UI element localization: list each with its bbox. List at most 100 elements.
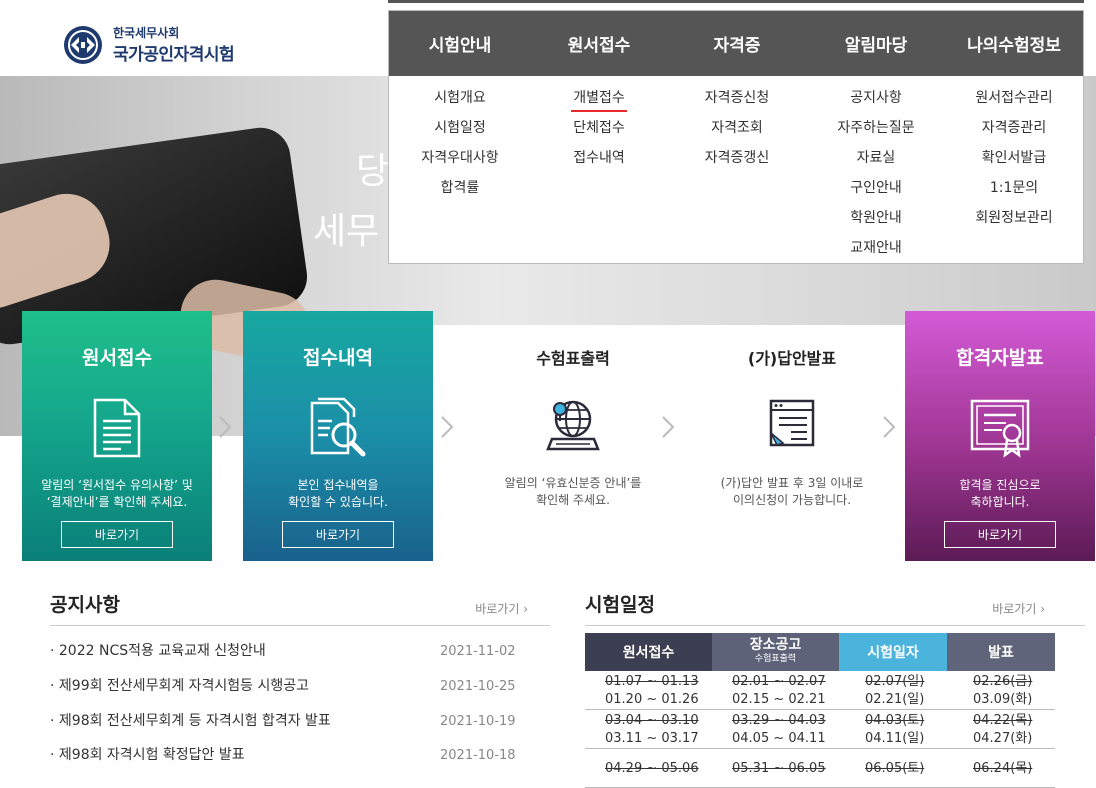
- old-date: 02.01 ~ 02.07: [732, 674, 826, 689]
- logo-title: 국가공인자격시험: [113, 45, 235, 65]
- nav-sub-item[interactable]: 자격증관리: [982, 113, 1046, 143]
- old-date: 01.07 ~ 01.13: [605, 674, 699, 689]
- step-description-line: 이의신청이 가능합니다.: [732, 493, 852, 507]
- answer-sheet-icon: [769, 399, 815, 447]
- new-date: 01.20 ~ 01.26: [605, 692, 699, 707]
- header-label: 장소공고: [749, 637, 802, 653]
- step-description-line: 합격을 진심으로: [959, 478, 1041, 492]
- header-application: 원서접수: [585, 633, 712, 671]
- nav-sub-item[interactable]: 회원정보관리: [975, 203, 1052, 233]
- step-description: (가)답안 발표 후 3일 이내로 이의신청이 가능합니다.: [692, 475, 892, 509]
- go-button[interactable]: 바로가기: [61, 521, 173, 548]
- nav-sub-item[interactable]: 자격증갱신: [705, 143, 769, 173]
- nav-sub-item[interactable]: 합격률: [441, 173, 480, 203]
- step-description: 알림의 ‘원서접수 유의사항’ 및 ‘결제안내’를 확인해 주세요.: [22, 477, 212, 511]
- new-date: 03.09(화): [973, 692, 1033, 707]
- nav-menu-application[interactable]: 원서접수: [531, 11, 667, 76]
- search-document-icon: [310, 397, 366, 457]
- notice-item[interactable]: · 제99회 전산세무회계 자격시험등 시행공고 2021-10-25: [50, 675, 550, 710]
- divider: [585, 625, 1085, 626]
- nav-menu-notice-board[interactable]: 알림마당: [807, 11, 945, 76]
- nav-sub-item[interactable]: 교재안내: [850, 233, 902, 263]
- header-label: 발표: [988, 645, 1014, 661]
- globe-laptop-icon: [546, 400, 600, 451]
- nav-submenu-application: 개별접수 단체접수 접수내역: [531, 76, 667, 263]
- nav-menu-certificate[interactable]: 자격증: [667, 11, 807, 76]
- notice-item-date: 2021-10-18: [440, 748, 516, 763]
- notice-item[interactable]: · 제98회 전산세무회계 등 자격시험 합격자 발표 2021-10-19: [50, 710, 550, 745]
- new-date: 04.27(화): [973, 731, 1033, 746]
- new-date: 04.05 ~ 04.11: [732, 731, 826, 746]
- nav-sub-item[interactable]: 접수내역: [573, 143, 625, 173]
- nav-submenu-exam-info: 시험개요 시험일정 자격우대사항 합격률: [389, 76, 531, 263]
- nav-sub-item[interactable]: 확인서발급: [982, 143, 1046, 173]
- step-card-pass-announcement[interactable]: 합격자발표 합격을 진심으로 축하합니다. 바로가기: [905, 311, 1095, 561]
- old-date: 04.22(목): [973, 713, 1033, 728]
- header-label: 시험일자: [867, 645, 919, 661]
- notice-item-title[interactable]: · 제98회 전산세무회계 등 자격시험 합격자 발표: [50, 710, 331, 730]
- schedule-cell: 06.05(토): [839, 750, 947, 788]
- nav-sub-item[interactable]: 자료실: [857, 143, 896, 173]
- step-card-admission-ticket[interactable]: 수험표출력 알림의 ‘유효신분증 안내’를 확인해 주세요.: [473, 325, 673, 547]
- nav-menu-my-info[interactable]: 나의수험정보: [945, 11, 1083, 76]
- old-date: 03.04 ~ 03.10: [605, 713, 699, 728]
- main-nav-bar: 시험안내 원서접수 자격증 알림마당 나의수험정보: [389, 11, 1083, 76]
- nav-sub-item[interactable]: 시험개요: [434, 83, 486, 113]
- schedule-cell: 06.24(목): [947, 750, 1055, 788]
- schedule-row: 01.07 ~ 01.13 01.20 ~ 01.26 02.01 ~ 02.07…: [585, 672, 1055, 710]
- step-description-line: 축하합니다.: [970, 495, 1030, 509]
- nav-submenu-my-info: 원서접수관리 자격증관리 확인서발급 1:1문의 회원정보관리: [945, 76, 1083, 263]
- go-button[interactable]: 바로가기: [282, 521, 394, 548]
- notice-more-link[interactable]: 바로가기 ›: [475, 600, 528, 617]
- step-description-line: 확인해 주세요.: [536, 493, 610, 507]
- nav-sub-item[interactable]: 단체접수: [573, 113, 625, 143]
- nav-sub-item[interactable]: 원서접수관리: [975, 83, 1052, 113]
- notice-section: 공지사항 바로가기 › · 2022 NCS적용 교육교재 신청안내 2021-…: [50, 590, 550, 763]
- header-announcement: 발표: [947, 633, 1055, 671]
- nav-sub-item[interactable]: 자주하는질문: [837, 113, 914, 143]
- step-description-line: (가)답안 발표 후 3일 이내로: [720, 476, 864, 490]
- new-date: 02.15 ~ 02.21: [732, 692, 826, 707]
- nav-sub-item[interactable]: 학원안내: [850, 203, 902, 233]
- step-title: (가)답안발표: [747, 349, 837, 368]
- step-description: 합격을 진심으로 축하합니다.: [905, 477, 1095, 511]
- nav-sub-item[interactable]: 자격증신청: [705, 83, 769, 113]
- step-title: 수험표출력: [536, 349, 610, 368]
- notice-item-title[interactable]: · 제98회 자격시험 확정답안 발표: [50, 744, 245, 764]
- step-card-application[interactable]: 원서접수 알림의 ‘원서접수 유의사항’ 및 ‘결제안내’를 확인해 주세요. …: [22, 311, 212, 561]
- step-card-application-history[interactable]: 접수내역 본인 접수내역을 확인할 수 있습니다. 바로가기: [243, 311, 433, 561]
- nav-sub-item-active[interactable]: 개별접수: [571, 83, 627, 113]
- header-exam-date: 시험일자: [839, 633, 947, 671]
- new-date: 02.21(일): [865, 692, 925, 707]
- schedule-row: 04.29 ~ 05.06 05.31 ~ 06.05 06.05(토) 06.…: [585, 750, 1055, 788]
- go-button[interactable]: 바로가기: [944, 521, 1056, 548]
- schedule-cell: 03.29 ~ 04.03 04.05 ~ 04.11: [712, 711, 839, 749]
- schedule-more-link[interactable]: 바로가기 ›: [992, 600, 1045, 617]
- schedule-cell: 04.29 ~ 05.06: [585, 750, 712, 788]
- nav-menu-exam-info[interactable]: 시험안내: [389, 11, 531, 76]
- header-venue-notice: 장소공고 수험표출력: [712, 633, 839, 671]
- nav-sub-item[interactable]: 자격우대사항: [421, 143, 498, 173]
- notice-item-date: 2021-10-19: [440, 714, 516, 729]
- schedule-cell: 02.01 ~ 02.07 02.15 ~ 02.21: [712, 672, 839, 710]
- nav-sub-item[interactable]: 자격조회: [711, 113, 763, 143]
- notice-item[interactable]: · 2022 NCS적용 교육교재 신청안내 2021-11-02: [50, 640, 550, 675]
- logo-org-name: 한국세무사회: [113, 26, 180, 40]
- chevron-right-icon: [662, 416, 675, 438]
- schedule-table-header: 원서접수 장소공고 수험표출력 시험일자 발표: [585, 633, 1055, 671]
- hero-headline-1: 당: [356, 151, 390, 192]
- old-date: 04.03(토): [865, 713, 925, 728]
- nav-sub-item[interactable]: 1:1문의: [990, 173, 1038, 203]
- notice-item-title[interactable]: · 2022 NCS적용 교육교재 신청안내: [50, 640, 266, 660]
- schedule-cell: 02.07(일) 02.21(일): [839, 672, 947, 710]
- site-logo[interactable]: 한국세무사회 국가공인자격시험: [62, 24, 262, 66]
- exam-schedule-section: 시험일정 바로가기 › 원서접수 장소공고 수험표출력 시험일자 발표 01.0…: [585, 590, 1085, 788]
- nav-sub-item[interactable]: 공지사항: [850, 83, 902, 113]
- chevron-right-icon: [441, 416, 454, 438]
- nav-sub-item[interactable]: 구인안내: [850, 173, 902, 203]
- step-card-tentative-answers[interactable]: (가)답안발표 (가)답안 발표 후 3일 이내로 이의신청이 가능합니다.: [692, 325, 892, 547]
- nav-sub-item[interactable]: 시험일정: [434, 113, 486, 143]
- step-description-line: 확인할 수 있습니다.: [288, 495, 388, 509]
- notice-item[interactable]: · 제98회 자격시험 확정답안 발표 2021-10-18: [50, 744, 550, 779]
- notice-item-title[interactable]: · 제99회 전산세무회계 자격시험등 시행공고: [50, 675, 309, 695]
